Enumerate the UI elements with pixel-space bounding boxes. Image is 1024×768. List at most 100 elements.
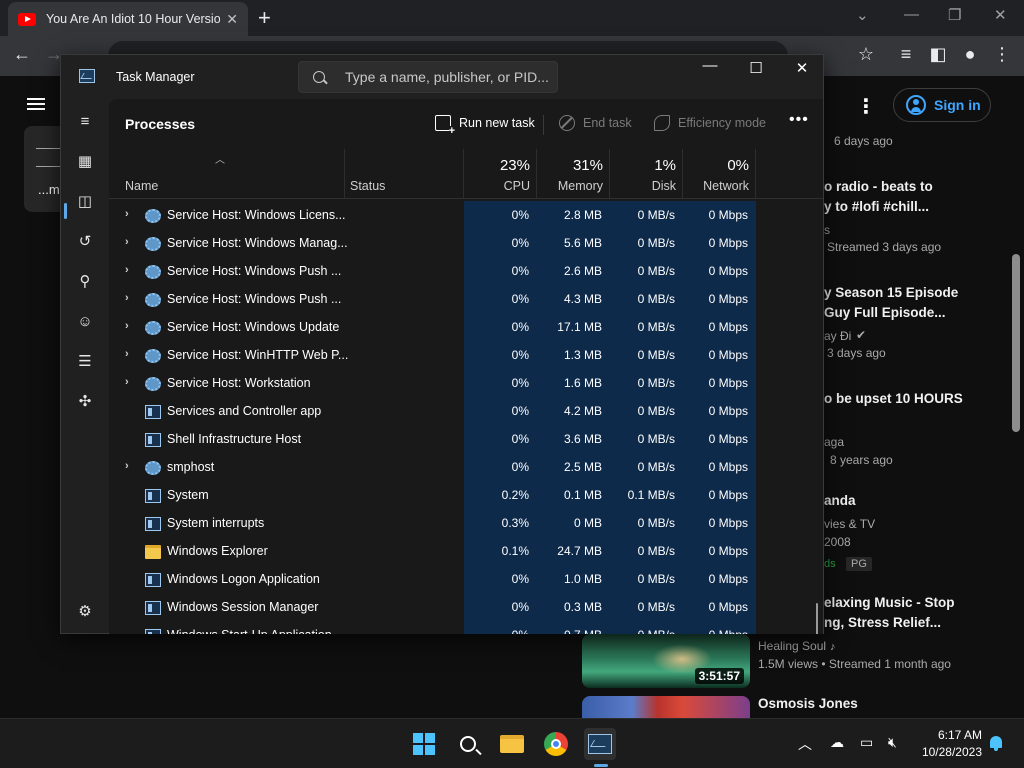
page-scrollbar[interactable] [1012, 254, 1020, 432]
column-header-cpu[interactable]: 23% CPU [464, 149, 537, 199]
nav-settings-gear-icon[interactable]: ⚙ [75, 601, 95, 621]
start-button[interactable] [408, 728, 440, 760]
process-mem-value: 0 MB [573, 516, 602, 530]
table-row[interactable]: › Service Host: Windows Manag... 0% 5.6 MB 0… [109, 229, 755, 257]
video-thumbnail[interactable]: 3:51:57 [582, 634, 750, 688]
taskbar-file-explorer[interactable] [496, 728, 528, 760]
expand-chevron-icon[interactable]: › [125, 348, 129, 360]
notification-bell-icon[interactable] [990, 736, 1002, 751]
nav-details-icon[interactable]: ☰ [75, 351, 95, 371]
browser-menu-icon[interactable]: ⋮ [990, 44, 1014, 65]
table-row[interactable]: System interrupts 0.3% 0 MB 0 MB/s 0 Mbps [109, 509, 755, 537]
taskbar-chrome[interactable] [540, 728, 572, 760]
table-row[interactable]: › Service Host: Windows Push ... 0% 4.3 MB 0… [109, 285, 755, 313]
process-disk-value: 0 MB/s [637, 544, 675, 558]
expand-chevron-icon[interactable]: › [125, 264, 129, 276]
table-row[interactable]: › Service Host: Windows Update 0% 17.1 MB 0 … [109, 313, 755, 341]
show-hidden-icons-chevron-icon[interactable]: ︿ [798, 734, 812, 754]
table-row[interactable]: › smphost 0% 2.5 MB 0 MB/s 0 Mbps [109, 453, 755, 481]
table-row[interactable]: › Service Host: Windows Push ... 0% 2.6 MB 0… [109, 257, 755, 285]
new-tab-button[interactable]: + [258, 5, 271, 31]
expand-chevron-icon[interactable]: › [125, 208, 129, 220]
video-title[interactable]: Osmosis Jones [758, 696, 858, 711]
table-row[interactable]: Windows Start-Up Application 0% 0.7 MB 0 MB… [109, 621, 755, 634]
speaker-muted-icon[interactable]: 🔇︎ [888, 734, 897, 751]
column-label: Network [703, 179, 749, 193]
nav-performance-icon[interactable]: ◫ [75, 191, 95, 211]
expand-chevron-icon[interactable]: › [125, 292, 129, 304]
expand-chevron-icon[interactable]: › [125, 236, 129, 248]
video-title[interactable]: y to #lofi #chill... [824, 199, 929, 214]
back-arrow-icon[interactable]: ← [10, 44, 34, 65]
table-row[interactable]: › Service Host: Workstation 0% 1.6 MB 0 MB/s… [109, 369, 755, 397]
video-title[interactable]: o be upset 10 HOURS [824, 391, 963, 406]
tm-search-box[interactable]: Type a name, publisher, or PID... [298, 61, 558, 93]
service-gear-icon [145, 461, 161, 475]
video-title[interactable]: elaxing Music - Stop [824, 595, 955, 610]
end-task-button[interactable]: End task [559, 115, 632, 131]
media-queue-icon[interactable]: ≡ [894, 44, 918, 65]
video-title[interactable]: o radio - beats to [824, 179, 933, 194]
table-row[interactable]: › Service Host: Windows Licens... 0% 2.8 MB… [109, 201, 755, 229]
task-manager-app-icon [79, 69, 95, 83]
video-thumbnail[interactable] [582, 696, 750, 718]
video-title[interactable]: ng, Stress Relief... [824, 615, 941, 630]
window-close-button[interactable]: ✕ [994, 6, 1007, 24]
tab-search-icon[interactable]: ⌄ [856, 6, 869, 24]
sign-in-button[interactable]: Sign in [893, 88, 991, 122]
taskbar-search-button[interactable] [452, 728, 484, 760]
tm-scrollbar[interactable] [816, 603, 818, 634]
tm-title-bar[interactable]: Task Manager Type a name, publisher, or … [61, 55, 823, 99]
column-header-name[interactable]: ︿ Name [109, 149, 345, 199]
table-row[interactable]: System 0.2% 0.1 MB 0.1 MB/s 0 Mbps [109, 481, 755, 509]
process-cpu-value: 0% [511, 460, 529, 474]
video-title[interactable]: y Season 15 Episode [824, 285, 958, 300]
yt-menu-icon[interactable] [27, 98, 45, 110]
nav-app-history-icon[interactable]: ↺ [75, 231, 95, 251]
video-meta: 3 days ago [827, 346, 886, 360]
expand-chevron-icon[interactable]: › [125, 460, 129, 472]
tm-minimize-button[interactable]: — [695, 57, 725, 74]
side-panel-icon[interactable]: ◧ [926, 44, 950, 65]
video-title[interactable]: Guy Full Episode... [824, 305, 946, 320]
profile-icon[interactable]: ● [958, 44, 982, 65]
run-new-task-button[interactable]: Run new task [435, 115, 535, 136]
tm-close-button[interactable]: ✕ [787, 59, 817, 77]
more-options-icon[interactable]: ••• [789, 111, 809, 129]
window-minimize-button[interactable]: — [904, 6, 919, 23]
expand-chevron-icon[interactable]: › [125, 376, 129, 388]
taskbar-clock[interactable]: 6:17 AM 10/28/2023 [918, 727, 982, 761]
nav-users-icon[interactable]: ☺ [75, 311, 95, 331]
column-header-status[interactable]: Status [345, 149, 464, 199]
column-header-memory[interactable]: 31% Memory [537, 149, 610, 199]
expand-chevron-icon[interactable]: › [125, 320, 129, 332]
rating-badge: PG [846, 557, 872, 571]
table-row[interactable]: Windows Logon Application 0% 1.0 MB 0 MB/s 0… [109, 565, 755, 593]
column-header-disk[interactable]: 1% Disk [610, 149, 683, 199]
browser-tab[interactable]: You Are An Idiot 10 Hour Version ✕ [8, 2, 248, 36]
tm-navigation: ≡ ▦ ◫ ↺ ⚲ ☺ ☰ ✣ ⚙ [61, 99, 109, 634]
process-net-value: 0 Mbps [708, 292, 748, 306]
taskbar-task-manager[interactable] [584, 728, 616, 760]
tm-search-placeholder: Type a name, publisher, or PID... [345, 69, 549, 85]
table-row[interactable]: › Service Host: WinHTTP Web P... 0% 1.3 MB 0… [109, 341, 755, 369]
tab-close-icon[interactable]: ✕ [226, 11, 238, 28]
table-row[interactable]: Windows Explorer 0.1% 24.7 MB 0 MB/s 0 Mbps [109, 537, 755, 565]
tm-maximize-button[interactable]: ☐ [741, 59, 771, 77]
nav-processes-icon[interactable]: ▦ [75, 151, 95, 171]
display-icon[interactable]: ▭ [860, 734, 873, 751]
nav-startup-apps-icon[interactable]: ⚲ [75, 271, 95, 291]
window-restore-button[interactable]: ❐ [948, 6, 961, 24]
process-disk-value: 0 MB/s [637, 236, 675, 250]
yt-settings-menu-icon[interactable]: ⋮ [856, 94, 876, 119]
nav-services-icon[interactable]: ✣ [75, 391, 95, 411]
efficiency-mode-button[interactable]: Efficiency mode [654, 115, 766, 131]
column-header-network[interactable]: 0% Network [683, 149, 756, 199]
onedrive-cloud-icon[interactable]: ☁ [830, 734, 844, 751]
table-row[interactable]: Services and Controller app 0% 4.2 MB 0 MB/… [109, 397, 755, 425]
table-row[interactable]: Windows Session Manager 0% 0.3 MB 0 MB/s 0 M… [109, 593, 755, 621]
video-title[interactable]: anda [824, 493, 856, 508]
bookmark-star-icon[interactable]: ☆ [854, 44, 878, 65]
nav-hamburger-icon[interactable]: ≡ [75, 111, 95, 131]
table-row[interactable]: Shell Infrastructure Host 0% 3.6 MB 0 MB/s 0… [109, 425, 755, 453]
